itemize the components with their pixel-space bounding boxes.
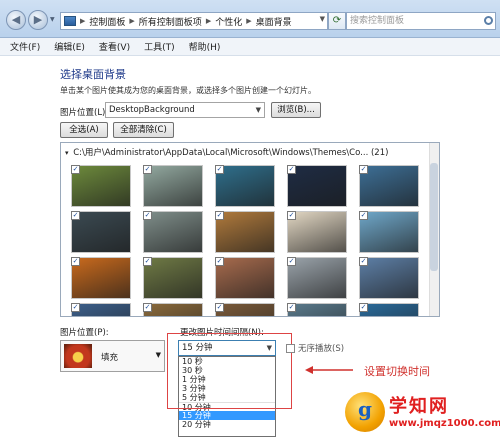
checkbox-icon[interactable]: ✓ — [143, 165, 152, 174]
breadcrumb-separator-icon: ▶ — [80, 17, 86, 25]
gallery-scrollbar[interactable] — [429, 143, 439, 316]
breadcrumb-separator-icon: ▶ — [246, 17, 252, 25]
breadcrumb-separator-icon: ▶ — [205, 17, 212, 25]
dropdown-option[interactable]: 15 分钟 — [179, 411, 275, 420]
wallpaper-thumbnail[interactable]: ✓ — [143, 165, 203, 207]
breadcrumb-control-panel[interactable]: 控制面板 — [89, 15, 125, 28]
checkbox-icon[interactable]: ✓ — [143, 257, 152, 266]
watermark-url: www.jmqz1000.com — [389, 418, 500, 429]
wallpaper-thumbnail[interactable]: ✓ — [215, 257, 275, 299]
clear-all-button[interactable]: 全部清除(C) — [113, 122, 174, 138]
checkbox-icon[interactable]: ✓ — [359, 257, 368, 266]
watermark-logo-mark: g — [358, 397, 372, 421]
checkbox-icon[interactable]: ✓ — [71, 303, 80, 312]
gallery-group-header[interactable]: ▾ C:\用户\Administrator\AppData\Local\Micr… — [65, 146, 388, 158]
chevron-down-icon: ▼ — [155, 351, 161, 359]
wallpaper-thumbnail[interactable]: ✓ — [287, 165, 347, 207]
checkbox-icon[interactable]: ✓ — [71, 257, 80, 266]
picture-position-value: 填充 — [101, 353, 119, 363]
wallpaper-thumbnail[interactable]: ✓ — [287, 303, 347, 316]
wallpaper-thumbnail[interactable]: ✓ — [287, 257, 347, 299]
wallpaper-thumbnail[interactable]: ✓ — [71, 257, 131, 299]
shuffle-checkbox[interactable]: 无序播放(S) — [286, 342, 344, 354]
wallpaper-thumbnail[interactable]: ✓ — [143, 211, 203, 253]
watermark-name: 学知网 — [389, 396, 449, 417]
picture-position-label: 图片位置(P): — [60, 328, 109, 338]
wallpaper-thumbnail[interactable]: ✓ — [359, 165, 419, 207]
checkbox-icon[interactable] — [286, 343, 295, 353]
breadcrumb-all-items[interactable]: 所有控制面板项 — [139, 15, 202, 28]
menu-help[interactable]: 帮助(H) — [189, 40, 221, 53]
wallpaper-thumbnail[interactable]: ✓ — [143, 257, 203, 299]
checkbox-icon[interactable]: ✓ — [359, 165, 368, 174]
checkbox-icon[interactable]: ✓ — [287, 165, 296, 174]
picture-location-label: 图片位置(L): — [60, 108, 109, 118]
checkbox-icon[interactable]: ✓ — [143, 303, 152, 312]
menu-file[interactable]: 文件(F) — [10, 40, 40, 53]
checkbox-icon[interactable]: ✓ — [215, 211, 224, 220]
wallpaper-gallery: ▾ C:\用户\Administrator\AppData\Local\Micr… — [60, 142, 440, 317]
forward-arrow-icon[interactable]: ▶ — [28, 10, 48, 30]
checkbox-icon[interactable]: ✓ — [359, 211, 368, 220]
search-icon[interactable] — [484, 16, 493, 25]
checkbox-icon[interactable]: ✓ — [215, 257, 224, 266]
wallpaper-thumbnail[interactable]: ✓ — [215, 165, 275, 207]
wallpaper-thumbnail[interactable]: ✓ — [143, 303, 203, 316]
refresh-icon[interactable]: ⟳ — [328, 12, 346, 30]
chevron-down-icon: ▼ — [255, 106, 261, 114]
checkbox-icon[interactable]: ✓ — [287, 303, 296, 312]
picture-position-select[interactable]: 填充 ▼ — [60, 340, 165, 372]
picture-location-select[interactable]: DesktopBackground ▼ — [105, 102, 265, 118]
select-all-button[interactable]: 全选(A) — [60, 122, 108, 138]
back-arrow-icon[interactable]: ◀ — [6, 10, 26, 30]
title-bar: ◀ ▶ ▼ ▶ 控制面板 ▶ 所有控制面板项 ▶ 个性化 ▶ 桌面背景 ▼ ⟳ … — [0, 0, 500, 38]
wallpaper-thumbnail[interactable]: ✓ — [359, 303, 419, 316]
browse-button[interactable]: 浏览(B)... — [271, 102, 321, 118]
menu-edit[interactable]: 编辑(E) — [54, 40, 85, 53]
wallpaper-thumbnail[interactable]: ✓ — [215, 303, 275, 316]
shuffle-label: 无序播放(S) — [298, 344, 345, 354]
scrollbar-thumb[interactable] — [430, 163, 438, 271]
menu-bar: 文件(F) 编辑(E) 查看(V) 工具(T) 帮助(H) — [0, 38, 500, 56]
menu-tools[interactable]: 工具(T) — [144, 40, 175, 53]
menu-view[interactable]: 查看(V) — [99, 40, 130, 53]
checkbox-icon[interactable]: ✓ — [359, 303, 368, 312]
search-input[interactable]: 搜索控制面板 — [346, 12, 496, 30]
wallpaper-thumbnail[interactable]: ✓ — [359, 211, 419, 253]
breadcrumb-separator-icon: ▶ — [129, 17, 135, 25]
breadcrumb-desktop-background[interactable]: 桌面背景 — [256, 15, 292, 28]
collapse-chevron-icon: ▾ — [65, 149, 69, 157]
breadcrumb-personalization[interactable]: 个性化 — [215, 15, 242, 28]
gallery-path: C:\用户\Administrator\AppData\Local\Micros… — [73, 148, 389, 158]
checkbox-icon[interactable]: ✓ — [71, 211, 80, 220]
page-title: 选择桌面背景 — [60, 68, 126, 81]
control-panel-icon — [64, 16, 76, 26]
picture-location-value: DesktopBackground — [109, 105, 195, 115]
checkbox-icon[interactable]: ✓ — [71, 165, 80, 174]
checkbox-icon[interactable]: ✓ — [215, 303, 224, 312]
annotation-highlight-box — [167, 333, 292, 409]
checkbox-icon[interactable]: ✓ — [287, 211, 296, 220]
wallpaper-thumbnail[interactable]: ✓ — [71, 211, 131, 253]
wallpaper-thumbnail[interactable]: ✓ — [71, 303, 131, 316]
address-bar[interactable]: ▶ 控制面板 ▶ 所有控制面板项 ▶ 个性化 ▶ 桌面背景 ▼ — [60, 12, 328, 30]
checkbox-icon[interactable]: ✓ — [287, 257, 296, 266]
history-dropdown-icon[interactable]: ▼ — [50, 16, 55, 23]
dropdown-option[interactable]: 20 分钟 — [179, 420, 275, 429]
wallpaper-thumbnail[interactable]: ✓ — [71, 165, 131, 207]
annotation-text: 设置切换时间 — [364, 365, 430, 378]
checkbox-icon[interactable]: ✓ — [215, 165, 224, 174]
wallpaper-thumbnail[interactable]: ✓ — [287, 211, 347, 253]
position-preview-image — [64, 344, 92, 368]
address-dropdown-icon[interactable]: ▼ — [320, 15, 325, 23]
page-description: 单击某个图片使其成为您的桌面背景，或选择多个图片创建一个幻灯片。 — [60, 86, 316, 95]
wallpaper-thumbnail[interactable]: ✓ — [359, 257, 419, 299]
watermark: g 学知网 www.jmqz1000.com — [345, 390, 500, 434]
wallpaper-thumbnail[interactable]: ✓ — [215, 211, 275, 253]
checkbox-icon[interactable]: ✓ — [143, 211, 152, 220]
annotation-arrow-icon — [305, 366, 353, 374]
